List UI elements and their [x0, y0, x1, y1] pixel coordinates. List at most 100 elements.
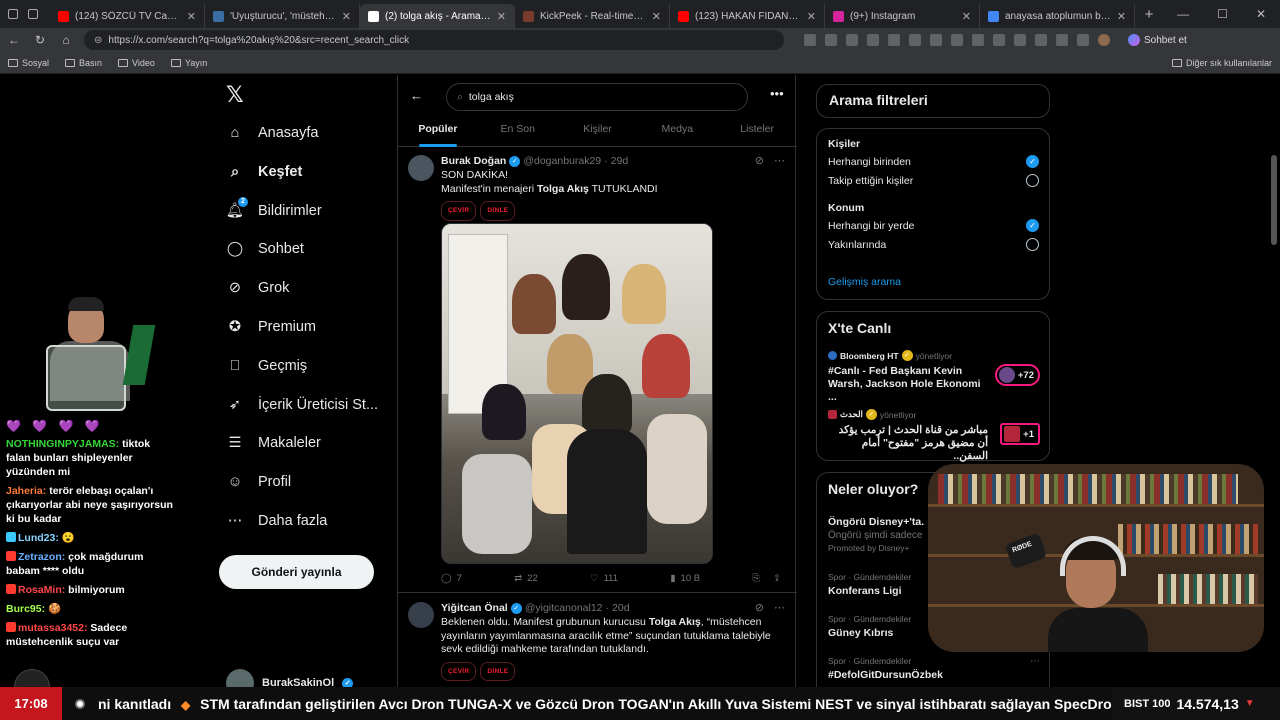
- extension-icon[interactable]: [804, 34, 816, 46]
- chat-username[interactable]: RosaMin:: [18, 584, 65, 596]
- author-handle[interactable]: @doganburak29: [523, 155, 601, 167]
- browser-tab[interactable]: (9+) Instagram ✕: [825, 4, 980, 28]
- extension-icon[interactable]: [1035, 34, 1047, 46]
- bookmark-icon[interactable]: ⎘: [752, 573, 760, 584]
- extension-icon[interactable]: [825, 34, 837, 46]
- sidebar-item-article[interactable]: ☰ Makaleler: [226, 431, 321, 455]
- sidebar-item-rocket[interactable]: ➶ İçerik Üreticisi St...: [226, 393, 378, 417]
- extension-icon[interactable]: [930, 34, 942, 46]
- profile-avatar-icon[interactable]: [1098, 34, 1110, 46]
- radio-people-anyone[interactable]: ✓: [1026, 155, 1039, 168]
- stream-nav-button[interactable]: [14, 669, 50, 687]
- translate-button[interactable]: ÇEVİR: [441, 661, 477, 681]
- browser-tab[interactable]: anayasa atoplumun bireylerini le ✕: [980, 4, 1135, 28]
- sidebar-item-premium[interactable]: ✪ Premium: [226, 315, 316, 339]
- sidebar-item-grok[interactable]: ⊘ Grok: [226, 276, 290, 300]
- reload-icon[interactable]: ↻: [32, 33, 48, 47]
- chat-username[interactable]: Lund23:: [18, 532, 59, 544]
- views-button[interactable]: ▮ 10 B: [670, 573, 700, 584]
- chat-username[interactable]: mutassa3452:: [18, 622, 87, 634]
- repost-button[interactable]: ⇄ 22: [514, 573, 538, 584]
- live-item[interactable]: الحدث ✓ yönetliyor مباشر من قناة الحدث | ت…: [828, 409, 1040, 463]
- radio-location-nearby[interactable]: [1026, 238, 1039, 251]
- radio-people-following[interactable]: [1026, 174, 1039, 187]
- sidebar-item-search[interactable]: ⌕ Keşfet: [226, 160, 302, 184]
- tweet-time[interactable]: 20d: [612, 602, 630, 614]
- minimize-icon[interactable]: —: [1177, 7, 1189, 21]
- tweet-time[interactable]: 29d: [611, 155, 629, 167]
- close-tab-icon[interactable]: ✕: [652, 10, 661, 23]
- site-info-icon[interactable]: ⊜: [94, 35, 102, 46]
- grok-icon[interactable]: ⊘: [755, 601, 764, 614]
- extension-icon[interactable]: [972, 34, 984, 46]
- search-input[interactable]: ⌕ tolga akış: [446, 83, 748, 111]
- sidebar-item-chat[interactable]: ◯ Sohbet: [226, 237, 304, 261]
- browser-tab[interactable]: 'Uyuşturucu', 'müstehcenlik' ve 'a ✕: [205, 4, 360, 28]
- back-icon[interactable]: ←: [6, 33, 22, 47]
- chat-username[interactable]: Burc95:: [6, 603, 45, 615]
- more-options-icon[interactable]: •••: [770, 86, 784, 101]
- close-tab-icon[interactable]: ✕: [187, 10, 196, 23]
- workspaces-icon[interactable]: [8, 9, 18, 19]
- page-scrollbar[interactable]: [1271, 155, 1277, 245]
- extension-icon[interactable]: [1056, 34, 1068, 46]
- close-tab-icon[interactable]: ✕: [497, 10, 506, 23]
- sidebar-item-home[interactable]: ⌂ Anasayfa: [226, 121, 319, 145]
- post-button[interactable]: Gönderi yayınla: [219, 555, 374, 589]
- close-window-icon[interactable]: ✕: [1256, 7, 1266, 21]
- sidebar-item-more-circle[interactable]: ⋯ Daha fazla: [226, 509, 328, 533]
- advanced-search-link[interactable]: Gelişmiş arama: [828, 276, 901, 288]
- tweet[interactable]: Yiğitcan Önal ✓ @yigitcanonal12 · 20d ⊘ …: [398, 594, 797, 687]
- new-tab-button[interactable]: +: [1135, 6, 1163, 23]
- close-tab-icon[interactable]: ✕: [962, 10, 971, 23]
- more-icon[interactable]: ⋯: [774, 601, 785, 614]
- people-option-anyone[interactable]: Herhangi birinden: [828, 156, 911, 168]
- location-option-anywhere[interactable]: Herhangi bir yerde: [828, 220, 914, 232]
- x-logo-icon[interactable]: 𝕏: [226, 83, 244, 108]
- tab-search-1[interactable]: En Son: [478, 115, 558, 146]
- reply-button[interactable]: ◯ 7: [441, 573, 462, 584]
- tab-search-2[interactable]: Kişiler: [558, 115, 638, 146]
- sidebar-item-person[interactable]: ☺ Profil: [226, 470, 291, 494]
- maximize-icon[interactable]: ☐: [1217, 7, 1228, 21]
- people-option-following[interactable]: Takip ettiğin kişiler: [828, 175, 913, 187]
- bookmark-folder[interactable]: Video: [118, 58, 155, 68]
- extension-icon[interactable]: [846, 34, 858, 46]
- location-option-nearby[interactable]: Yakınlarında: [828, 239, 886, 251]
- chat-username[interactable]: Jaheria:: [6, 485, 46, 497]
- extension-icon[interactable]: [888, 34, 900, 46]
- tab-search-4[interactable]: Listeler: [717, 115, 797, 146]
- like-button[interactable]: ♡ 111: [590, 573, 618, 584]
- grok-icon[interactable]: ⊘: [755, 154, 764, 167]
- browser-tab[interactable]: (2) tolga akış - Arama / X ✕: [360, 4, 515, 28]
- more-icon[interactable]: ⋯: [1030, 656, 1040, 667]
- close-tab-icon[interactable]: ✕: [1117, 10, 1126, 23]
- tweet[interactable]: Burak Doğan ✓ @doganburak29 · 29d ⊘ ⋯ SO…: [398, 147, 797, 593]
- tab-actions-icon[interactable]: [28, 9, 38, 19]
- account-switcher[interactable]: BurakSakinOl ✓: [226, 669, 354, 687]
- browser-tab[interactable]: KickPeek - Real-time URL Crawle ✕: [515, 4, 670, 28]
- back-arrow-icon[interactable]: ←: [410, 88, 423, 103]
- author-name[interactable]: Burak Doğan: [441, 155, 506, 167]
- author-handle[interactable]: @yigitcanonal12: [525, 602, 603, 614]
- chat-username[interactable]: NOTHINGINPYJAMAS:: [6, 438, 119, 450]
- extension-icon[interactable]: [867, 34, 879, 46]
- extension-icon[interactable]: [1077, 34, 1089, 46]
- bookmark-folder[interactable]: Basın: [65, 58, 102, 68]
- url-field[interactable]: ⊜ https://x.com/search?q=tolga%20akış%20…: [84, 30, 784, 50]
- close-tab-icon[interactable]: ✕: [807, 10, 816, 23]
- tab-search-0[interactable]: Popüler: [398, 115, 478, 146]
- listen-button[interactable]: DİNLE: [480, 661, 516, 681]
- tab-search-3[interactable]: Medya: [637, 115, 717, 146]
- bookmark-folder[interactable]: Yayın: [170, 58, 207, 68]
- tweet-photo[interactable]: [441, 223, 713, 564]
- browser-tab[interactable]: (124) SÖZCÜ TV Canlı Yayını ᴴᴰ - ✕: [50, 4, 205, 28]
- author-name[interactable]: Yiğitcan Önal: [441, 602, 508, 614]
- extension-icon[interactable]: [909, 34, 921, 46]
- share-icon[interactable]: ⇪: [773, 573, 781, 584]
- bookmark-folder[interactable]: Sosyal: [8, 58, 49, 68]
- extension-icon[interactable]: [993, 34, 1005, 46]
- home-browser-icon[interactable]: ⌂: [58, 33, 74, 47]
- extension-icon[interactable]: [1014, 34, 1026, 46]
- chat-username[interactable]: Zetrazon:: [18, 551, 65, 563]
